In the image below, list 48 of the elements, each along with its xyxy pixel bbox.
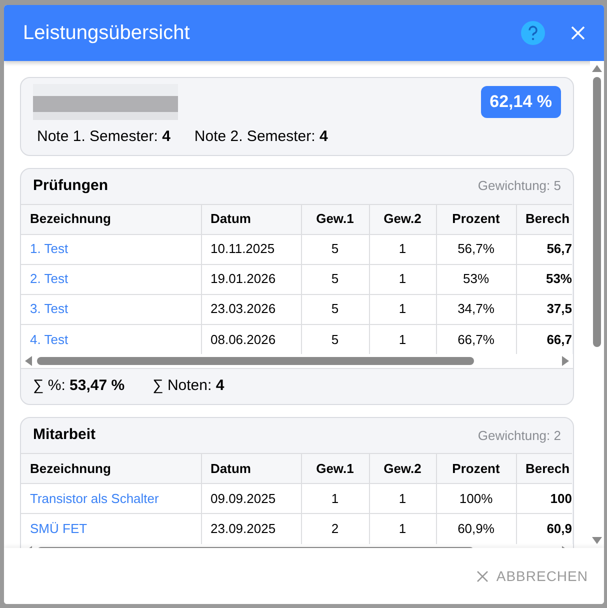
section-weight: Gewichtung: 5 bbox=[478, 177, 561, 196]
sum-text: ∑ %: 53,47 % bbox=[33, 376, 125, 396]
table-cell: 56,7 bbox=[516, 234, 572, 264]
entry-link[interactable]: 1. Test bbox=[30, 241, 68, 256]
column-header: Berech bbox=[516, 204, 572, 234]
sum-text: ∑ Noten: 4 bbox=[152, 376, 224, 396]
table-cell: 56,7% bbox=[436, 234, 516, 264]
grade-text: Note 2. Semester: 4 bbox=[194, 127, 328, 147]
column-header: Bezeichnung bbox=[21, 204, 201, 234]
close-icon bbox=[477, 570, 488, 582]
dialog-title: Leistungsübersicht bbox=[23, 21, 191, 46]
table-cell: 23.03.2026 bbox=[201, 294, 301, 324]
table-cell: 5 bbox=[301, 294, 369, 324]
table-cell: 1 bbox=[369, 264, 436, 294]
table-cell: 10.11.2025 bbox=[201, 234, 301, 264]
column-header: Datum bbox=[201, 204, 301, 234]
entry-link[interactable]: SMÜ FET bbox=[30, 521, 88, 536]
scroll-up-icon[interactable] bbox=[592, 65, 602, 73]
column-header: Prozent bbox=[436, 204, 516, 234]
scroll-left-icon[interactable] bbox=[25, 356, 33, 366]
cancel-button[interactable]: ABBRECHEN bbox=[475, 562, 590, 590]
percent-badge: 62,14 % bbox=[480, 86, 561, 118]
entry-link[interactable]: 4. Test bbox=[30, 332, 68, 346]
column-header: Gew.1 bbox=[301, 204, 369, 234]
table-cell: 1 bbox=[369, 294, 436, 324]
scrollbar-thumb[interactable] bbox=[593, 77, 601, 347]
table-cell: 5 bbox=[301, 264, 369, 294]
table-cell: 34,7% bbox=[436, 294, 516, 324]
scroll-right-icon[interactable] bbox=[561, 356, 569, 366]
help-icon[interactable] bbox=[521, 21, 545, 45]
table-cell: 53% bbox=[436, 264, 516, 294]
close-icon[interactable] bbox=[571, 26, 585, 40]
section-weight: Gewichtung: 2 bbox=[478, 426, 561, 445]
entry-link[interactable]: 2. Test bbox=[30, 271, 68, 286]
section-title: Prüfungen bbox=[33, 176, 108, 196]
entry-link[interactable]: 3. Test bbox=[30, 301, 68, 316]
table-cell: 5 bbox=[301, 234, 369, 264]
horizontal-scrollbar[interactable] bbox=[21, 354, 573, 368]
column-header: Gew.2 bbox=[369, 204, 436, 234]
table-cell: 37,5 bbox=[516, 294, 572, 324]
table-cell: 53% bbox=[516, 264, 572, 294]
section-title: Mitarbeit bbox=[33, 425, 96, 446]
table-cell: 19.01.2026 bbox=[201, 264, 301, 294]
scrollbar-thumb[interactable] bbox=[37, 357, 474, 365]
grade-text: Note 1. Semester: 4 bbox=[37, 127, 170, 147]
table-cell: 1 bbox=[369, 234, 436, 264]
entry-link[interactable]: Transistor als Schalter bbox=[30, 490, 159, 506]
scroll-down-icon[interactable] bbox=[592, 536, 602, 544]
